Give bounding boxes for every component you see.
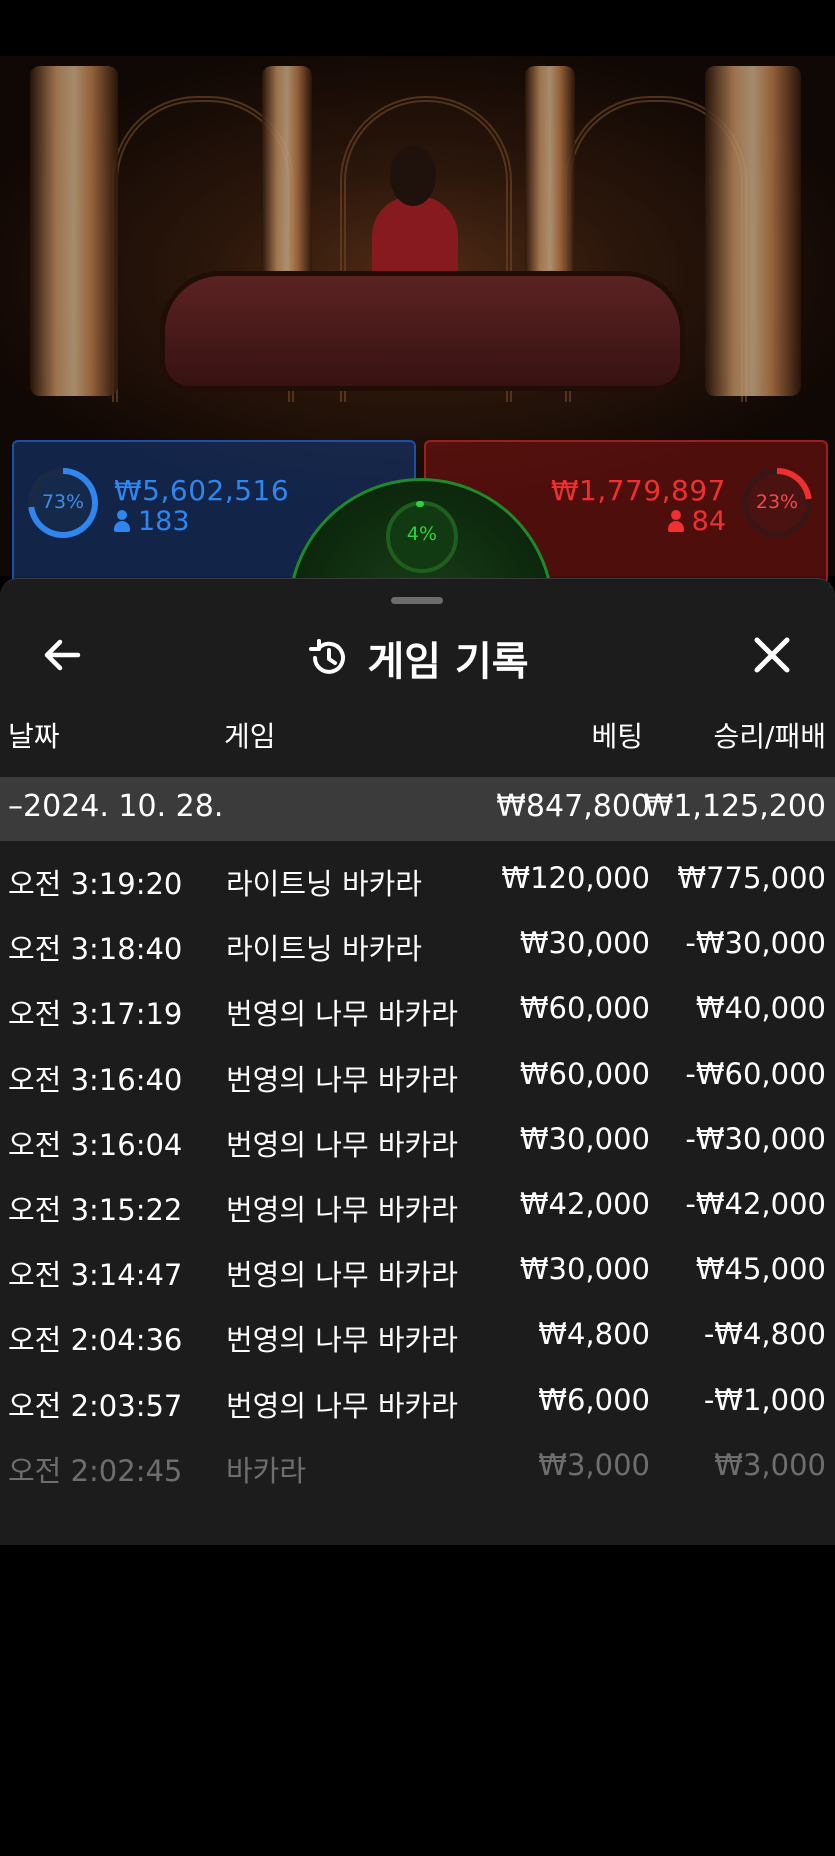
column-date: 날짜 (8, 720, 60, 753)
date-group-date: –2024. 10. 28. (8, 789, 224, 824)
row-bet: ₩30,000 (519, 926, 650, 961)
table-row[interactable]: 오전 3:19:20 라이트닝 바카라 ₩120,000 ₩775,000 (0, 847, 835, 912)
person-icon (114, 510, 130, 532)
player-total-amount: ₩5,602,516 (114, 474, 290, 507)
row-game: 번영의 나무 바카라 (226, 1127, 458, 1162)
table-row[interactable]: 오전 2:03:57 번영의 나무 바카라 ₩6,000 -₩1,000 (0, 1369, 835, 1434)
row-time: 오전 3:19:20 (8, 867, 183, 901)
row-time: 오전 3:14:47 (8, 1258, 183, 1293)
banker-percent-ring: 23% (742, 468, 812, 538)
banker-percent: 23% (755, 491, 799, 513)
close-icon (754, 637, 790, 673)
row-bet: ₩42,000 (519, 1186, 650, 1221)
sheet-drag-handle[interactable] (391, 597, 443, 604)
row-result: -₩30,000 (685, 1121, 826, 1156)
row-time: 오전 3:16:40 (8, 1062, 183, 1097)
row-game: 바카라 (226, 1453, 307, 1488)
row-game: 번영의 나무 바카라 (226, 997, 458, 1032)
close-button[interactable] (748, 631, 796, 679)
row-result: -₩30,000 (685, 926, 826, 961)
column-game: 게임 (224, 720, 276, 753)
row-result: ₩40,000 (695, 991, 826, 1026)
page-title: 게임 기록 (367, 639, 529, 685)
bet-distribution-bar: 73% ₩5,602,516 183 23% ₩1,779,897 84 4% (0, 440, 835, 744)
row-game: 번영의 나무 바카라 (226, 1323, 458, 1358)
banker-total-amount: ₩1,779,897 (550, 474, 726, 507)
row-result: -₩60,000 (685, 1056, 826, 1091)
date-group-total-bet: ₩847,800 (496, 789, 650, 824)
banker-count: 84 (667, 506, 726, 537)
player-count-value: 183 (138, 506, 190, 537)
column-bet: 베팅 (591, 720, 643, 753)
table-row[interactable]: 오전 3:17:19 번영의 나무 바카라 ₩60,000 ₩40,000 (0, 977, 835, 1042)
tie-percent-ring: 4% (386, 501, 458, 573)
row-result: -₩42,000 (685, 1186, 826, 1221)
column-result: 승리/패배 (713, 720, 826, 753)
row-result: ₩3,000 (714, 1447, 826, 1482)
row-game: 번영의 나무 바카라 (226, 1258, 458, 1293)
row-bet: ₩30,000 (519, 1252, 650, 1287)
date-group-row[interactable]: –2024. 10. 28. ₩847,800 ₩1,125,200 (0, 777, 835, 841)
row-bet: ₩120,000 (501, 861, 650, 895)
row-bet: ₩60,000 (519, 1056, 650, 1091)
table-row[interactable]: 오전 3:15:22 번영의 나무 바카라 ₩42,000 -₩42,000 (0, 1173, 835, 1238)
row-bet: ₩6,000 (538, 1382, 650, 1417)
row-bet: ₩4,800 (538, 1317, 650, 1352)
row-game: 번영의 나무 바카라 (226, 1192, 458, 1227)
row-time: 오전 3:17:19 (8, 997, 183, 1032)
table-row[interactable]: 오전 3:16:40 번영의 나무 바카라 ₩60,000 -₩60,000 (0, 1043, 835, 1108)
table-row[interactable]: 오전 3:14:47 번영의 나무 바카라 ₩30,000 ₩45,000 (0, 1238, 835, 1303)
row-result: -₩4,800 (703, 1317, 826, 1352)
row-game: 번영의 나무 바카라 (226, 1062, 458, 1097)
row-time: 오전 2:03:57 (8, 1388, 183, 1423)
row-time: 오전 2:02:45 (8, 1453, 183, 1488)
row-game: 라이트닝 바카라 (226, 932, 422, 967)
row-bet: ₩3,000 (538, 1447, 650, 1482)
history-rows: 오전 3:19:20 라이트닝 바카라 ₩120,000 ₩775,000 오전… (0, 847, 835, 1499)
row-result: ₩45,000 (695, 1252, 826, 1287)
row-game: 번영의 나무 바카라 (226, 1388, 458, 1423)
row-bet: ₩60,000 (519, 991, 650, 1026)
history-icon (309, 639, 346, 674)
table-row[interactable]: 오전 3:16:04 번영의 나무 바카라 ₩30,000 -₩30,000 (0, 1108, 835, 1173)
table-row[interactable]: 오전 2:04:36 번영의 나무 바카라 ₩4,800 -₩4,800 (0, 1303, 835, 1368)
table-row[interactable]: 오전 3:18:40 라이트닝 바카라 ₩30,000 -₩30,000 (0, 912, 835, 977)
row-time: 오전 2:04:36 (8, 1323, 183, 1358)
row-game: 라이트닝 바카라 (226, 867, 422, 901)
tie-percent: 4% (406, 523, 438, 545)
player-percent: 73% (41, 491, 85, 513)
column-headers: 날짜 게임 베팅 승리/패배 (0, 715, 835, 755)
table-row[interactable]: 오전 2:02:45 바카라 ₩3,000 ₩3,000 (0, 1434, 835, 1499)
date-group-total-result: ₩1,125,200 (643, 789, 826, 824)
row-result: -₩1,000 (703, 1382, 826, 1417)
player-percent-ring: 73% (28, 468, 98, 538)
game-history-sheet: 게임 기록 날짜 게임 베팅 승리/패배 –2024. 10. 28. ₩847… (0, 578, 835, 1545)
row-time: 오전 3:15:22 (8, 1192, 183, 1227)
row-result: ₩775,000 (677, 861, 826, 895)
person-icon (667, 510, 684, 532)
player-count: 183 (114, 506, 190, 537)
banker-count-value: 84 (691, 506, 726, 537)
row-bet: ₩30,000 (519, 1121, 650, 1156)
sheet-header: 게임 기록 (0, 619, 835, 689)
sheet-title-wrap: 게임 기록 (0, 629, 835, 687)
row-time: 오전 3:18:40 (8, 932, 183, 967)
row-time: 오전 3:16:04 (8, 1127, 183, 1162)
